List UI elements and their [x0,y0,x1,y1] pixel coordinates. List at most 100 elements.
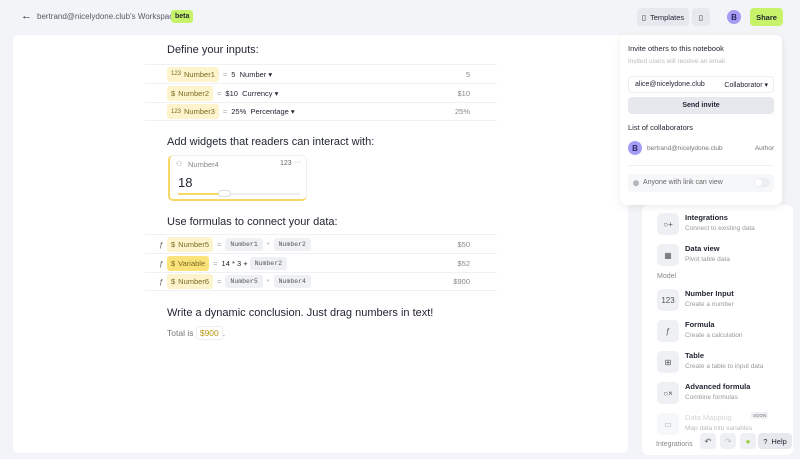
input-value[interactable]: $10 [225,89,238,98]
help-label: Help [771,436,787,446]
formula-expression[interactable]: 14 * 3 + [222,259,248,268]
invite-email-input[interactable]: alice@nicelydone.club Collaborator ▾ [628,76,774,93]
row-result: $10 [457,88,470,98]
variable-name: Number6 [178,277,210,286]
row-result: 5 [465,69,470,79]
input-value[interactable]: 5 [231,70,235,79]
template-icon: ▯ [641,12,646,22]
reference-chip[interactable]: Number1 [225,237,263,251]
item-desc: Create a number [685,301,734,308]
type-dropdown[interactable]: Number [240,70,267,79]
role-dropdown[interactable]: Collaborator ▾ [724,81,768,89]
widget-name: Number4 [188,160,219,169]
row-result: $52 [457,258,470,268]
variable-chip[interactable]: $ Number2 [167,85,214,101]
variable-name: Number5 [178,239,210,249]
insert-formula[interactable]: ƒ Formula Create a calculation [657,320,787,344]
row-result: 25% [454,107,470,116]
formula-icon: ƒ [159,277,164,286]
send-invite-button[interactable]: Send invite [628,97,774,114]
share-button[interactable]: Share [750,8,783,26]
collaborator-avatar: B [628,141,642,155]
widget-type: 123 [280,160,292,167]
formula-row[interactable]: ƒ $ Variable = 14 * 3 + Number2 $52 [145,253,497,272]
slider-track[interactable] [178,190,300,197]
variable-chip[interactable]: $ Number6 [167,274,214,289]
insert-table[interactable]: ⊞ Table Create a table to input data [657,351,787,375]
item-title: Number Input [685,289,734,298]
panel-toggle-button[interactable]: ▯ [692,8,710,26]
dollar-icon: $ [171,277,176,286]
reference-chip[interactable]: Number2 [249,256,288,270]
insert-number-input[interactable]: 123 Number Input Create a number [657,289,787,313]
help-button[interactable]: ? Help [758,433,792,449]
variable-name: Number3 [184,107,215,116]
dollar-icon: $ [171,88,176,98]
insert-data-view[interactable]: ▦ Data view Pivot table data [657,244,787,268]
variable-name: Number2 [178,88,210,98]
user-avatar[interactable]: B [727,10,741,24]
number-icon: 123 [657,289,679,311]
section-heading: Write a dynamic conclusion. Just drag nu… [167,307,434,319]
section-heading: Define your inputs: [167,44,259,56]
section-label: Model [657,273,677,280]
item-desc: Combine formulas [685,394,738,401]
more-icon[interactable]: ··· [294,159,301,166]
row-result: $50 [457,239,470,249]
section-label: Integrations [656,441,693,448]
formula-icon: ƒ [159,239,164,249]
item-desc: Map data into variables [685,425,753,432]
redo-icon[interactable]: ↷ [720,433,736,449]
item-title: Data view [685,244,720,253]
globe-icon: ◍ [633,180,640,187]
formula-row[interactable]: ƒ $ Number6 = Number5 * Number4 $900 [145,272,497,291]
back-arrow-icon[interactable]: ← [21,10,32,22]
item-title: Integrations [685,213,728,222]
input-row[interactable]: $ Number2 = $10 Currency ▾ $10 [145,83,497,102]
status-dot-icon[interactable]: ● [740,433,756,449]
operator: * [266,277,270,286]
type-dropdown[interactable]: Currency [242,89,272,98]
slider-widget[interactable]: ⚇ Number4 123 ··· 18 [168,155,307,201]
row-result: $900 [453,277,470,286]
reference-chip[interactable]: Number5 [225,275,263,288]
insert-integrations[interactable]: ○+ Integrations Connect to existing data [657,213,787,237]
input-row[interactable]: 123 Number3 = 25% Percentage ▾ 25% [145,102,497,121]
data-mapping-icon: ▭ [657,413,679,435]
conclusion-prefix: Total is [167,328,194,338]
type-dropdown[interactable]: Percentage [250,107,288,116]
variable-chip[interactable]: $ Number5 [167,236,214,252]
item-desc: Connect to existing data [685,225,755,232]
link-sharing-toggle[interactable] [754,178,770,187]
variable-chip[interactable]: 123 Number3 [167,104,219,119]
variable-chip[interactable]: 123 Number1 [167,66,219,82]
reference-chip[interactable]: Number4 [273,275,311,288]
item-title: Table [685,351,705,360]
variable-name: Number1 [184,69,215,79]
widget-value[interactable]: 18 [178,175,192,190]
input-value[interactable]: 25% [231,107,246,116]
variable-chip[interactable]: $ Variable [167,255,210,271]
role-label: Collaborator [724,82,763,89]
undo-icon[interactable]: ↶ [700,433,716,449]
insert-advanced-formula[interactable]: ○× Advanced formula Combine formulas [657,382,787,406]
conclusion-text[interactable]: Total is $900. [167,326,225,340]
templates-button[interactable]: ▯ Templates [637,8,689,26]
collaborator-email: bertrand@nicelydone.club [647,145,723,152]
item-title: Data Mapping [685,413,732,422]
link-sharing-row: ◍ Anyone with link can view [628,174,774,192]
advanced-formula-icon: ○× [657,382,679,404]
table-icon: ⊞ [657,351,679,373]
widget-icon: ⚇ [176,161,183,168]
operator: * [266,239,270,249]
insert-panel: ○+ Integrations Connect to existing data ▦… [642,205,793,455]
slider-handle[interactable] [218,190,232,197]
input-row[interactable]: 123 Number1 = 5 Number ▾ 5 [145,64,497,83]
item-title: Formula [685,320,715,329]
item-desc: Create a table to input data [685,363,764,370]
inline-value-chip[interactable]: $900 [195,326,223,340]
collaborators-title: List of collaborators [628,123,694,132]
reference-chip[interactable]: Number2 [273,237,311,251]
workspace-title: bertrand@nicelydone.club's Workspace [37,12,178,21]
formula-row[interactable]: ƒ $ Number5 = Number1 * Number2 $50 [145,234,497,253]
